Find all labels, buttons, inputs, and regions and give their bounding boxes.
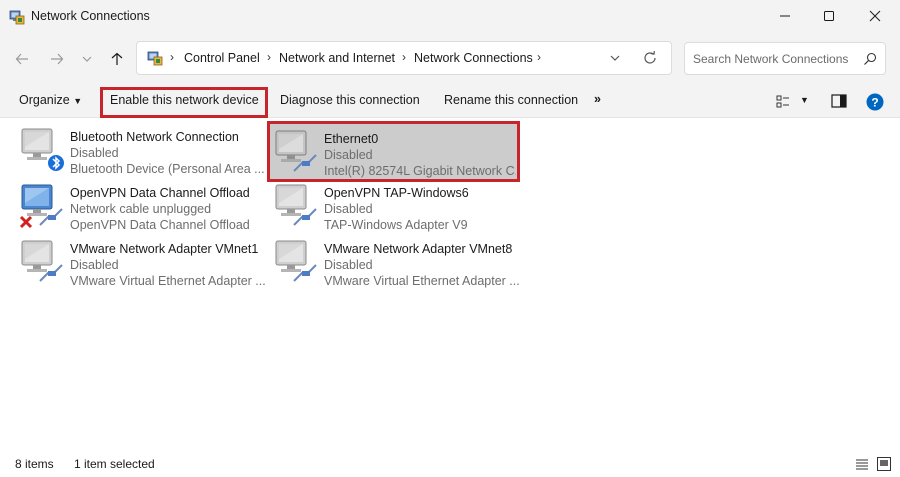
arrow-right-icon	[51, 53, 64, 65]
address-bar[interactable]: › Control Panel › Network and Internet ›…	[136, 41, 672, 75]
connection-status: Disabled	[324, 258, 373, 272]
control-panel-icon	[147, 51, 163, 66]
network-connections-app-icon	[9, 10, 25, 25]
recent-locations-button[interactable]	[76, 46, 98, 72]
maximize-icon	[824, 11, 834, 21]
selection-count: 1 item selected	[74, 457, 155, 471]
minimize-icon	[780, 15, 790, 17]
network-adapter-icon	[275, 240, 317, 282]
forward-button[interactable]	[44, 46, 70, 72]
search-icon	[864, 52, 877, 65]
connection-name: OpenVPN TAP-Windows6	[324, 186, 469, 200]
connection-status: Disabled	[324, 202, 373, 216]
details-view-icon[interactable]	[854, 456, 870, 472]
back-button[interactable]	[9, 46, 35, 72]
caret-down-icon: ▼	[73, 96, 83, 106]
diagnose-connection-button[interactable]: Diagnose this connection	[280, 93, 420, 107]
organize-button[interactable]: Organize ▼	[19, 93, 82, 107]
minimize-button[interactable]	[762, 0, 808, 32]
connection-device: VMware Virtual Ethernet Adapter ...	[70, 274, 266, 288]
close-icon	[869, 10, 881, 22]
list-item[interactable]: VMware Network Adapter VMnet1 Disabled V…	[16, 234, 266, 290]
network-adapter-icon	[21, 240, 63, 282]
title-bar: Network Connections	[0, 0, 900, 34]
close-button[interactable]	[852, 0, 898, 32]
network-adapter-icon	[19, 184, 63, 229]
svg-text:?: ?	[871, 95, 878, 109]
network-adapter-icon	[275, 184, 317, 226]
connection-status: Disabled	[70, 258, 119, 272]
address-row: › Control Panel › Network and Internet ›…	[0, 34, 900, 84]
arrow-left-icon	[15, 53, 28, 65]
selected-item-highlight	[267, 121, 520, 182]
connection-device: Bluetooth Device (Personal Area ...	[70, 162, 265, 176]
connection-status: Disabled	[70, 146, 119, 160]
chevron-right-icon[interactable]: ›	[267, 50, 271, 64]
breadcrumb-control-panel[interactable]: Control Panel	[184, 51, 260, 65]
network-adapter-icon	[21, 128, 64, 171]
breadcrumb-network-and-internet[interactable]: Network and Internet	[279, 51, 395, 65]
arrow-up-icon	[111, 52, 123, 65]
search-input[interactable]: Search Network Connections	[693, 52, 848, 66]
list-item[interactable]: OpenVPN Data Channel Offload Network cab…	[16, 178, 266, 234]
breadcrumb-network-connections[interactable]: Network Connections	[414, 51, 533, 65]
list-item[interactable]: Bluetooth Network Connection Disabled Bl…	[16, 122, 266, 178]
connection-device: OpenVPN Data Channel Offload	[70, 218, 250, 232]
chevron-right-icon[interactable]: ›	[537, 50, 541, 64]
window-title: Network Connections	[31, 9, 150, 23]
item-count: 8 items	[15, 457, 54, 471]
connection-name: VMware Network Adapter VMnet1	[70, 242, 259, 256]
connection-device: TAP-Windows Adapter V9	[324, 218, 468, 232]
organize-label: Organize	[19, 93, 70, 107]
search-box[interactable]: Search Network Connections	[684, 42, 886, 75]
large-icons-view-icon[interactable]	[876, 456, 892, 472]
connection-name: VMware Network Adapter VMnet8	[324, 242, 513, 256]
chevron-right-icon: ›	[170, 50, 174, 64]
refresh-icon[interactable]	[642, 50, 658, 66]
view-options-icon[interactable]	[776, 95, 790, 109]
chevron-down-icon	[82, 56, 92, 62]
up-button[interactable]	[104, 46, 130, 72]
connection-status: Network cable unplugged	[70, 202, 212, 216]
connection-name: OpenVPN Data Channel Offload	[70, 186, 250, 200]
rename-connection-button[interactable]: Rename this connection	[444, 93, 578, 107]
connection-name: Bluetooth Network Connection	[70, 130, 239, 144]
caret-down-icon[interactable]: ▼	[800, 95, 809, 105]
help-icon[interactable]: ?	[866, 93, 884, 111]
enable-button-highlight	[100, 87, 268, 118]
chevron-right-icon[interactable]: ›	[402, 50, 406, 64]
preview-pane-icon[interactable]	[831, 94, 847, 108]
list-item[interactable]: OpenVPN TAP-Windows6 Disabled TAP-Window…	[270, 178, 520, 234]
more-commands-button[interactable]: »	[594, 92, 601, 106]
list-item[interactable]: VMware Network Adapter VMnet8 Disabled V…	[270, 234, 520, 290]
status-bar: 8 items 1 item selected	[0, 452, 900, 477]
connection-device: VMware Virtual Ethernet Adapter ...	[324, 274, 520, 288]
address-dropdown-icon[interactable]	[607, 50, 623, 66]
maximize-button[interactable]	[806, 0, 852, 32]
